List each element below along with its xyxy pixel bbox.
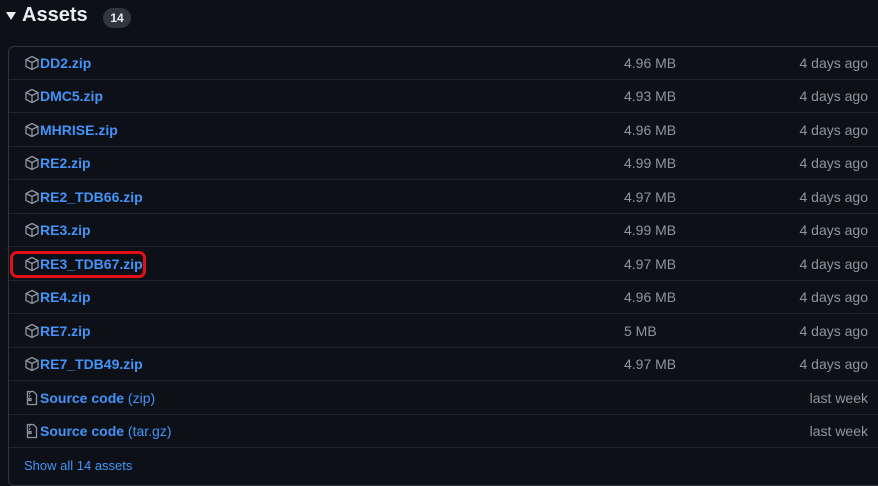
package-icon <box>25 55 39 71</box>
asset-row: RE4.zip 4.96 MB 4 days ago <box>9 281 878 314</box>
asset-date: 4 days ago <box>799 356 869 372</box>
package-icon <box>25 189 39 205</box>
source-label: Source code <box>40 390 125 406</box>
source-targz-link[interactable]: Source code (tar.gz) <box>40 415 172 448</box>
asset-date: 4 days ago <box>799 122 869 138</box>
source-label: Source code <box>40 423 125 439</box>
asset-size: 4.96 MB <box>624 55 677 71</box>
asset-row: RE7_TDB49.zip 4.97 MB 4 days ago <box>9 348 878 381</box>
source-date: last week <box>809 423 868 439</box>
asset-link[interactable]: DMC5.zip <box>40 80 103 113</box>
asset-size: 4.96 MB <box>624 289 677 305</box>
asset-link[interactable]: DD2.zip <box>40 47 91 80</box>
asset-size: 4.97 MB <box>624 189 677 205</box>
asset-link[interactable]: RE3.zip <box>40 214 91 247</box>
source-row: Source code (tar.gz) last week <box>9 415 878 448</box>
asset-size: 4.97 MB <box>624 256 677 272</box>
asset-date: 4 days ago <box>799 222 869 238</box>
asset-row: RE3.zip 4.99 MB 4 days ago <box>9 214 878 247</box>
asset-link[interactable]: RE2_TDB66.zip <box>40 181 143 214</box>
asset-link[interactable]: MHRISE.zip <box>40 114 118 147</box>
asset-link[interactable]: RE3_TDB67.zip <box>40 248 143 281</box>
package-icon <box>25 88 39 104</box>
asset-size: 4.97 MB <box>624 356 677 372</box>
asset-link[interactable]: RE2.zip <box>40 147 91 180</box>
assets-header: Assets 14 <box>0 0 878 36</box>
asset-size: 4.93 MB <box>624 88 677 104</box>
asset-date: 4 days ago <box>799 88 869 104</box>
asset-date: 4 days ago <box>799 323 869 339</box>
package-icon <box>25 356 39 372</box>
source-row: Source code (zip) last week <box>9 382 878 415</box>
asset-size: 4.96 MB <box>624 122 677 138</box>
asset-date: 4 days ago <box>799 155 869 171</box>
show-all-assets-link[interactable]: Show all 14 assets <box>24 458 132 473</box>
package-icon <box>25 323 39 339</box>
asset-link[interactable]: RE7.zip <box>40 315 91 348</box>
asset-link[interactable]: RE7_TDB49.zip <box>40 348 143 381</box>
asset-row: DMC5.zip 4.93 MB 4 days ago <box>9 80 878 113</box>
asset-date: 4 days ago <box>799 55 869 71</box>
asset-link[interactable]: RE4.zip <box>40 281 91 314</box>
source-format: (zip) <box>127 390 156 406</box>
package-icon <box>25 155 39 171</box>
asset-row: RE7.zip 5 MB 4 days ago <box>9 315 878 348</box>
asset-date: 4 days ago <box>799 189 869 205</box>
assets-count-badge: 14 <box>103 8 131 28</box>
asset-row: RE3_TDB67.zip 4.97 MB 4 days ago <box>9 248 878 281</box>
asset-size: 4.99 MB <box>624 155 677 171</box>
asset-date: 4 days ago <box>799 256 869 272</box>
package-icon <box>25 122 39 138</box>
assets-title[interactable]: Assets <box>22 4 88 27</box>
package-icon <box>25 289 39 305</box>
asset-date: 4 days ago <box>799 289 869 305</box>
source-format: (tar.gz) <box>127 423 172 439</box>
asset-row: MHRISE.zip 4.96 MB 4 days ago <box>9 114 878 147</box>
asset-size: 4.99 MB <box>624 222 677 238</box>
asset-row: RE2.zip 4.99 MB 4 days ago <box>9 147 878 180</box>
package-icon <box>25 256 39 272</box>
source-zip-link[interactable]: Source code (zip) <box>40 382 155 415</box>
asset-row: RE2_TDB66.zip 4.97 MB 4 days ago <box>9 181 878 214</box>
file-zip-icon <box>26 423 38 439</box>
package-icon <box>25 222 39 238</box>
triangle-down-icon[interactable] <box>6 12 16 20</box>
file-zip-icon <box>26 390 38 406</box>
source-date: last week <box>809 390 868 406</box>
asset-row: DD2.zip 4.96 MB 4 days ago <box>9 47 878 80</box>
asset-size: 5 MB <box>624 323 657 339</box>
